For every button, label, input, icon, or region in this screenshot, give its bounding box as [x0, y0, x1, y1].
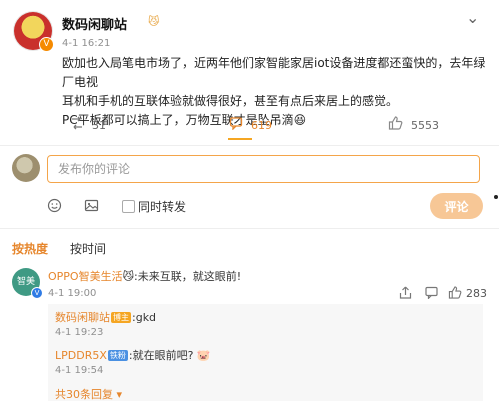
- comment-timestamp: 4-1 19:00: [48, 288, 97, 299]
- image-icon[interactable]: [84, 198, 99, 217]
- reply-text: :gkd: [132, 311, 157, 324]
- comment-like-count: 283: [466, 287, 487, 300]
- comment-icon: [229, 116, 243, 134]
- comment-count: 619: [251, 118, 272, 132]
- reply-user[interactable]: LPDDR5X: [55, 349, 107, 362]
- comment-input-box[interactable]: [47, 155, 480, 183]
- fan-badge: 铁粉: [107, 350, 128, 361]
- post-line: 欧加也入局笔电市场了，近两年他们家智能家居iot设备进度都还蛮快的，去年绿厂电视: [62, 56, 486, 89]
- verified-badge-icon: V: [39, 37, 54, 52]
- like-count: 5553: [411, 118, 439, 132]
- repost-button[interactable]: 31: [70, 116, 106, 134]
- chevron-down-icon[interactable]: ⌄: [466, 8, 480, 27]
- divider: [0, 145, 499, 146]
- my-avatar: [12, 154, 40, 182]
- divider: [0, 228, 499, 229]
- verified-badge-icon: V: [31, 287, 43, 299]
- repost-checkbox[interactable]: [122, 200, 135, 213]
- reply-text: :就在眼前吧? 🐷: [128, 349, 211, 362]
- thumbs-up-icon: [388, 116, 403, 134]
- post-author-name[interactable]: 数码闲聊站: [62, 14, 127, 33]
- reply-timestamp: 4-1 19:54: [55, 365, 104, 376]
- reply-line: LPDDR5X 铁粉:就在眼前吧? 🐷: [55, 347, 211, 363]
- comment-text: 😼:未来互联，就这眼前!: [122, 270, 242, 283]
- repost-count: 31: [92, 118, 106, 132]
- like-button[interactable]: 5553: [388, 116, 439, 134]
- comment-input[interactable]: [48, 156, 479, 182]
- reply-icon[interactable]: [425, 286, 438, 303]
- author-badge: 博主: [111, 312, 131, 323]
- tab-by-time[interactable]: 按时间: [70, 240, 106, 257]
- share-icon[interactable]: [399, 286, 412, 303]
- active-indicator: [228, 138, 252, 140]
- reply-user[interactable]: 数码闲聊站: [55, 311, 110, 324]
- thumbs-up-icon[interactable]: [448, 286, 462, 303]
- author-avatar[interactable]: V: [14, 12, 54, 52]
- reply-line: 数码闲聊站 博主:gkd: [55, 309, 156, 325]
- post-timestamp: 4-1 16:21: [62, 38, 111, 49]
- submit-comment-button[interactable]: 评论: [430, 193, 483, 219]
- reply-timestamp: 4-1 19:23: [55, 327, 104, 338]
- scroll-marker: [494, 195, 498, 199]
- author-badge-icon: 😼: [148, 15, 160, 28]
- commenter-name[interactable]: OPPO智美生活: [48, 270, 123, 283]
- tab-by-hot[interactable]: 按热度: [12, 240, 48, 257]
- post-line: 耳机和手机的互联体验就做得很好，甚至有点后来居上的感觉。: [62, 94, 399, 108]
- comment-line: OPPO智美生活😼:未来互联，就这眼前!: [48, 268, 241, 284]
- view-more-replies-link[interactable]: 共30条回复 ▾: [55, 386, 122, 402]
- emoji-icon[interactable]: [47, 198, 62, 217]
- repost-checkbox-label[interactable]: 同时转发: [138, 198, 186, 215]
- comment-button[interactable]: 619: [229, 116, 272, 134]
- repost-icon: [70, 116, 84, 134]
